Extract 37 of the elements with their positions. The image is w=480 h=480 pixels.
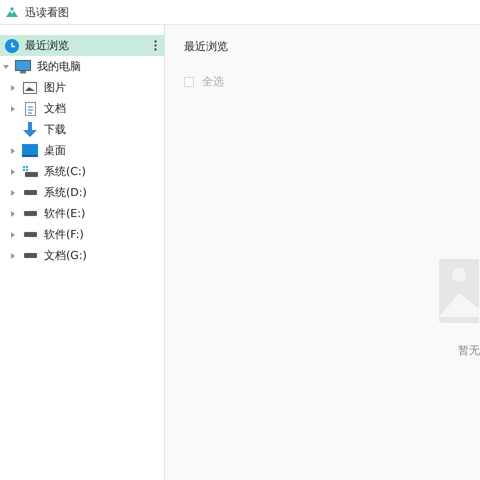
section-heading: 最近浏览 — [184, 39, 229, 54]
system-drive-icon — [22, 166, 38, 177]
image-icon — [23, 82, 37, 94]
tree-item[interactable]: 我的电脑 — [37, 59, 81, 74]
more-icon[interactable] — [154, 40, 157, 51]
desktop-icon — [22, 144, 38, 157]
caret-right-icon[interactable] — [10, 106, 16, 112]
drive-icon — [24, 253, 36, 258]
caret-right-icon[interactable] — [10, 168, 16, 174]
sidebar-item[interactable]: 最近浏览 — [0, 35, 164, 56]
drive-icon — [24, 232, 36, 237]
caret-right-icon[interactable] — [10, 190, 16, 196]
caret-right-icon[interactable] — [10, 148, 16, 154]
window-title: 迅读看图 — [25, 4, 69, 20]
tree-item[interactable]: 软件(E:) — [44, 206, 86, 221]
monitor-icon — [15, 60, 31, 74]
caret-right-icon[interactable] — [10, 210, 16, 216]
tree-item[interactable]: 系统(C:) — [44, 164, 86, 179]
app-logo-icon — [6, 7, 18, 17]
tree-item[interactable]: 桌面 — [44, 143, 66, 158]
drive-icon — [24, 211, 36, 216]
tree-item[interactable]: 文档 — [44, 101, 66, 116]
document-icon — [24, 102, 36, 116]
caret-down-icon[interactable] — [3, 64, 9, 70]
caret-right-icon[interactable] — [10, 232, 16, 238]
empty-message: 暂无 — [458, 343, 480, 358]
drive-icon — [24, 190, 36, 195]
tree-item[interactable]: 系统(D:) — [44, 185, 87, 200]
clock-icon — [5, 38, 19, 52]
caret-right-icon[interactable] — [10, 84, 16, 90]
caret-right-icon[interactable] — [10, 252, 16, 258]
down-arrow-icon — [23, 122, 37, 137]
tree-item[interactable]: 下载 — [44, 122, 66, 137]
tree-item[interactable]: 文档(G:) — [44, 248, 87, 263]
checkbox[interactable] — [184, 76, 194, 86]
tree-item[interactable]: 图片 — [44, 80, 66, 95]
tree-item[interactable]: 软件(F:) — [44, 227, 84, 242]
